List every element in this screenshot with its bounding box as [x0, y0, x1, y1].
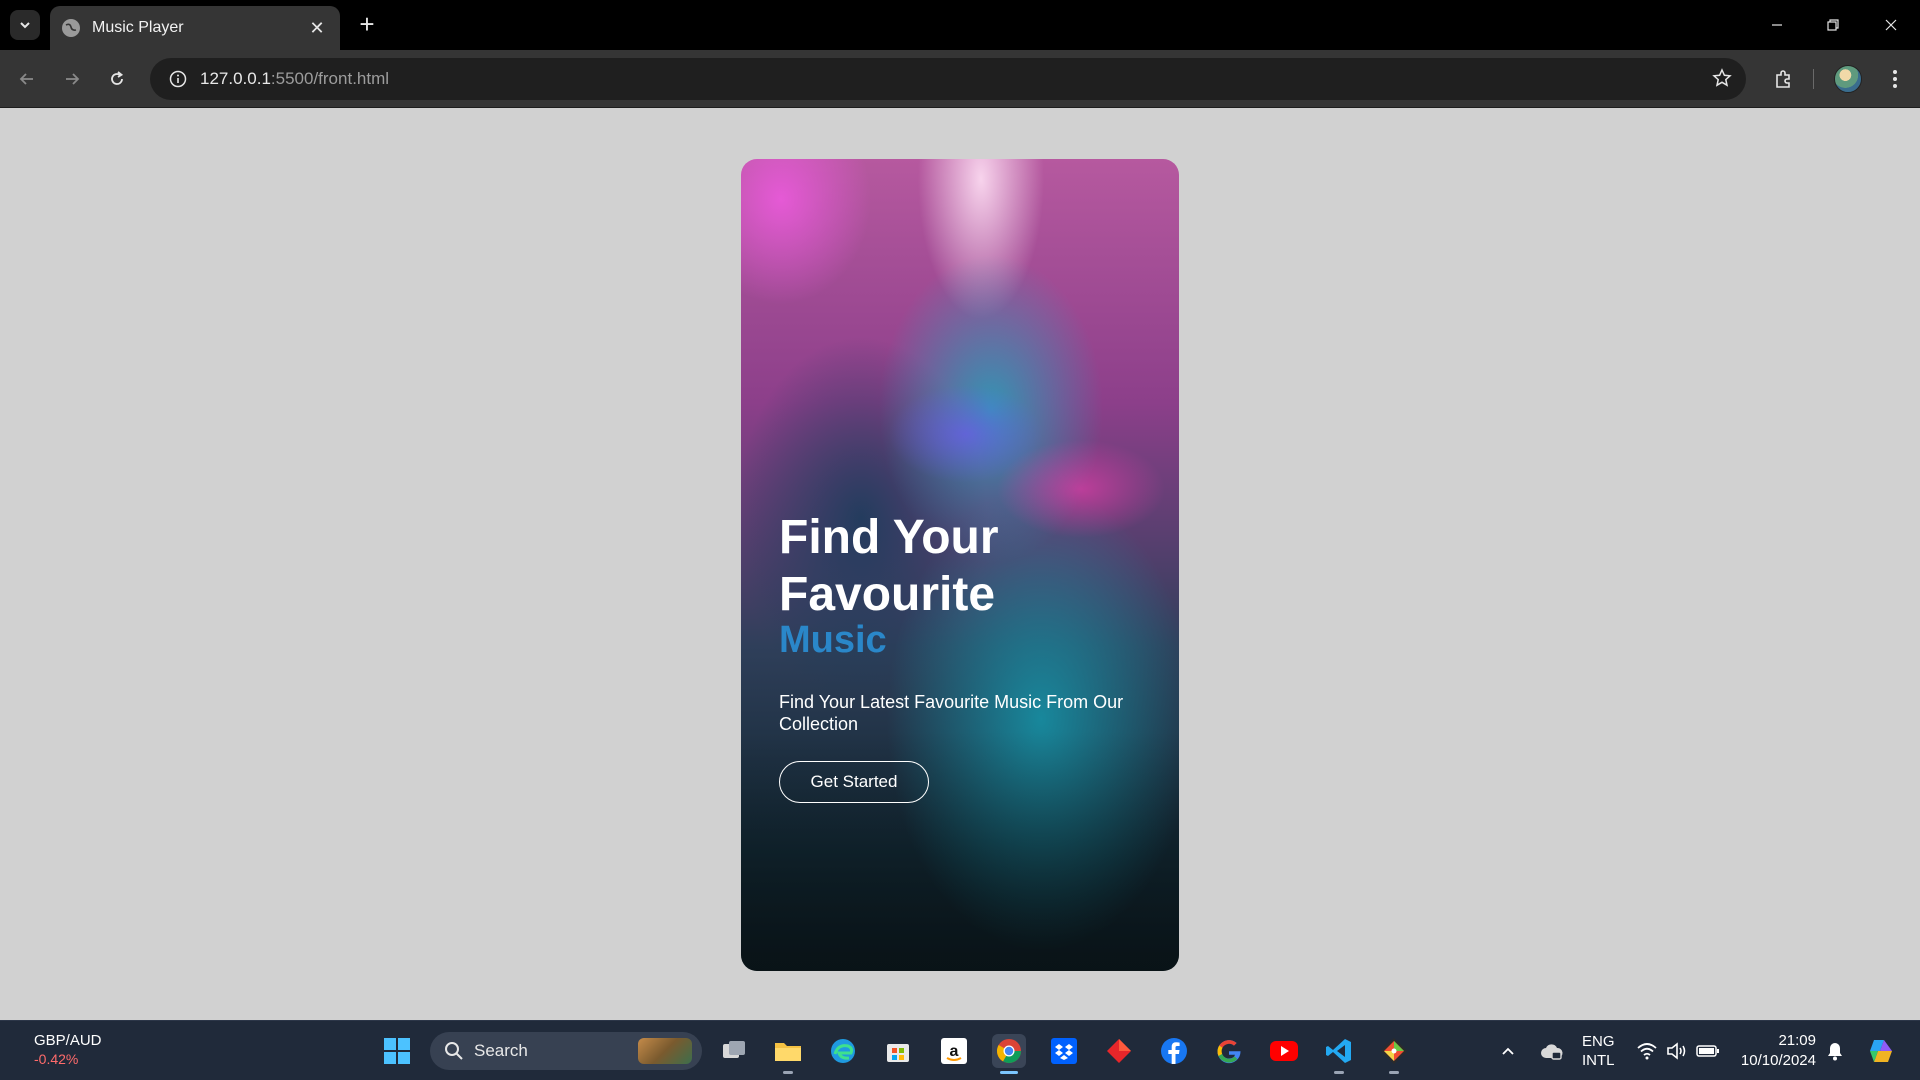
- taskbar-clock[interactable]: 21:09 10/10/2024: [1736, 1031, 1816, 1071]
- notification-bell-icon[interactable]: [1826, 1021, 1844, 1080]
- chevron-down-icon: [20, 22, 30, 29]
- vscode-indicator: [1334, 1071, 1344, 1074]
- hero-title-line2: Favourite: [779, 568, 996, 621]
- chrome-icon[interactable]: [992, 1034, 1026, 1068]
- arrow-left-icon: [19, 73, 33, 85]
- forward-button[interactable]: [57, 64, 87, 94]
- volume-icon[interactable]: [1666, 1021, 1688, 1080]
- google-icon[interactable]: [1212, 1034, 1246, 1068]
- language-bottom: INTL: [1582, 1052, 1615, 1069]
- tray-overflow-button[interactable]: [1500, 1021, 1516, 1080]
- toolbar-divider: [1813, 69, 1814, 89]
- svg-text:a: a: [950, 1043, 959, 1060]
- hero-card: Find Your Favourite Music Find Your Late…: [741, 159, 1179, 971]
- url-path: :5500/front.html: [270, 69, 390, 88]
- taskbar: GBP/AUD -0.42% Search a ENG INTL 21:09 1…: [0, 1020, 1920, 1080]
- copilot-icon[interactable]: [1866, 1021, 1896, 1080]
- facebook-icon[interactable]: [1157, 1034, 1191, 1068]
- windows-start-icon[interactable]: [380, 1034, 414, 1068]
- language-indicator[interactable]: ENG INTL: [1582, 1021, 1615, 1080]
- profile-avatar[interactable]: [1834, 65, 1862, 93]
- clock-time: 21:09: [1778, 1032, 1816, 1049]
- more-vertical-icon: [1893, 70, 1897, 88]
- language-top: ENG: [1582, 1033, 1615, 1050]
- microsoft-store-icon[interactable]: [881, 1034, 915, 1068]
- back-button[interactable]: [12, 64, 42, 94]
- browser-tab[interactable]: Music Player ✕: [50, 6, 340, 50]
- extensions-button[interactable]: [1768, 64, 1798, 94]
- onedrive-tray-icon[interactable]: [1540, 1021, 1564, 1080]
- amazon-icon[interactable]: a: [937, 1034, 971, 1068]
- restore-button[interactable]: [1810, 12, 1856, 38]
- close-icon: [1885, 19, 1897, 31]
- git-indicator: [1389, 1071, 1399, 1074]
- puzzle-icon: [1776, 70, 1790, 88]
- chevron-up-icon: [1502, 1047, 1514, 1055]
- red-diamond-app-icon[interactable]: [1102, 1034, 1136, 1068]
- chrome-active-indicator: [1000, 1071, 1018, 1074]
- tab-search-button[interactable]: [10, 10, 40, 40]
- close-window-button[interactable]: [1868, 12, 1914, 38]
- taskbar-search[interactable]: Search: [430, 1032, 702, 1070]
- battery-icon[interactable]: [1696, 1021, 1720, 1080]
- clock-date: 10/10/2024: [1740, 1052, 1816, 1069]
- bookmark-star-icon[interactable]: [1712, 68, 1732, 93]
- hero-accent-text: Music: [779, 619, 887, 661]
- currency-pair: GBP/AUD: [34, 1032, 102, 1049]
- url-host: 127.0.0.1: [200, 69, 271, 88]
- globe-icon: [62, 19, 80, 37]
- vscode-icon[interactable]: [1322, 1034, 1356, 1068]
- browser-tab-bar: Music Player ✕ +: [0, 0, 1920, 50]
- search-icon: [445, 1042, 463, 1060]
- browser-menu-button[interactable]: [1880, 64, 1910, 94]
- page-viewport: Find Your Favourite Music Find Your Late…: [0, 109, 1920, 1020]
- url-text: 127.0.0.1:5500/front.html: [200, 69, 389, 89]
- reload-icon: [111, 71, 124, 85]
- restore-icon: [1827, 19, 1839, 31]
- minimize-button[interactable]: [1754, 12, 1800, 38]
- minimize-icon: [1772, 24, 1782, 26]
- search-label: Search: [474, 1041, 528, 1060]
- dropbox-icon[interactable]: [1047, 1034, 1081, 1068]
- close-tab-icon[interactable]: ✕: [306, 18, 328, 39]
- task-view-icon[interactable]: [717, 1034, 751, 1068]
- new-tab-button[interactable]: +: [354, 11, 380, 38]
- get-started-button[interactable]: Get Started: [779, 761, 929, 803]
- file-explorer-icon[interactable]: [771, 1034, 805, 1068]
- git-icon[interactable]: [1377, 1034, 1411, 1068]
- edge-icon[interactable]: [826, 1034, 860, 1068]
- hero-title: Find Your Favourite: [779, 509, 1159, 623]
- file-explorer-indicator: [783, 1071, 793, 1074]
- youtube-icon[interactable]: [1267, 1034, 1301, 1068]
- browser-toolbar: 127.0.0.1:5500/front.html: [0, 50, 1920, 108]
- hero-subtitle: Find Your Latest Favourite Music From Ou…: [779, 692, 1124, 734]
- tab-title: Music Player: [92, 19, 184, 36]
- search-highlight-art: [638, 1038, 692, 1064]
- hero-title-line1: Find Your: [779, 511, 999, 564]
- arrow-right-icon: [66, 73, 80, 85]
- currency-widget[interactable]: GBP/AUD -0.42%: [34, 1031, 102, 1069]
- address-bar[interactable]: 127.0.0.1:5500/front.html: [150, 58, 1746, 100]
- currency-change: -0.42%: [34, 1051, 79, 1067]
- wifi-icon[interactable]: [1636, 1021, 1658, 1080]
- site-info-icon[interactable]: [156, 70, 200, 88]
- hero-content: Find Your Favourite Music Find Your Late…: [779, 509, 1159, 803]
- reload-button[interactable]: [102, 64, 132, 94]
